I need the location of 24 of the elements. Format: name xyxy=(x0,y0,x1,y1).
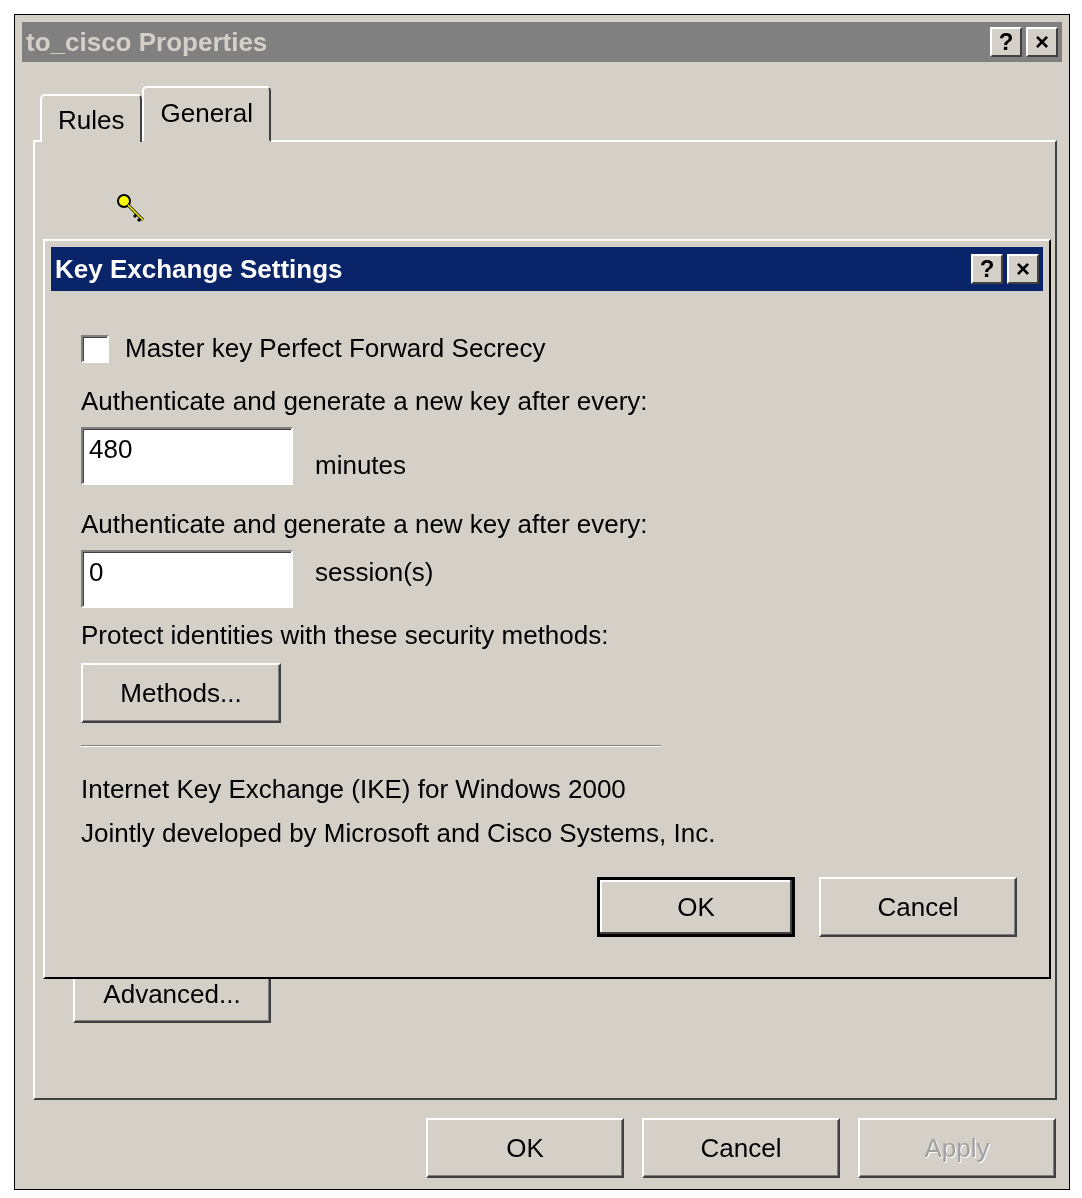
dialog-button[interactable]: Cancel xyxy=(819,877,1017,937)
dialog-button[interactable]: Cancel xyxy=(642,1118,840,1178)
checkbox-label: Master key Perfect Forward Secrecy xyxy=(125,333,546,364)
checkbox[interactable] xyxy=(81,334,109,363)
methods-label: Protect identities with these security methods: xyxy=(81,620,609,651)
sessions-field[interactable]: 0 xyxy=(81,550,293,608)
close-button[interactable]: × xyxy=(1007,254,1039,284)
field-label: Authenticate and generate a new key after every: xyxy=(81,386,648,417)
dialog-button[interactable]: OK xyxy=(426,1118,624,1178)
methods-button[interactable]: Methods... xyxy=(81,663,281,723)
minutes-field[interactable]: 480 xyxy=(81,427,293,485)
dialog-title: Key Exchange Settings xyxy=(55,253,343,285)
unit-label: minutes xyxy=(315,450,407,481)
help-button[interactable]: ? xyxy=(971,254,1003,284)
info-text: Jointly developed by Microsoft and Cisco Systems, Inc. xyxy=(81,817,716,850)
info-text: Internet Key Exchange (IKE) for Windows 2000 xyxy=(81,773,626,806)
dialog-button[interactable]: OK xyxy=(597,877,795,937)
field-label: Authenticate and generate a new key after every: xyxy=(81,509,648,540)
window-title: to_cisco Properties xyxy=(26,26,268,58)
unit-label: session(s) xyxy=(315,556,434,588)
tab[interactable]: General xyxy=(142,86,271,142)
help-button[interactable]: ? xyxy=(990,27,1022,57)
close-button[interactable]: × xyxy=(1026,27,1058,57)
tab[interactable]: Rules xyxy=(40,94,143,142)
